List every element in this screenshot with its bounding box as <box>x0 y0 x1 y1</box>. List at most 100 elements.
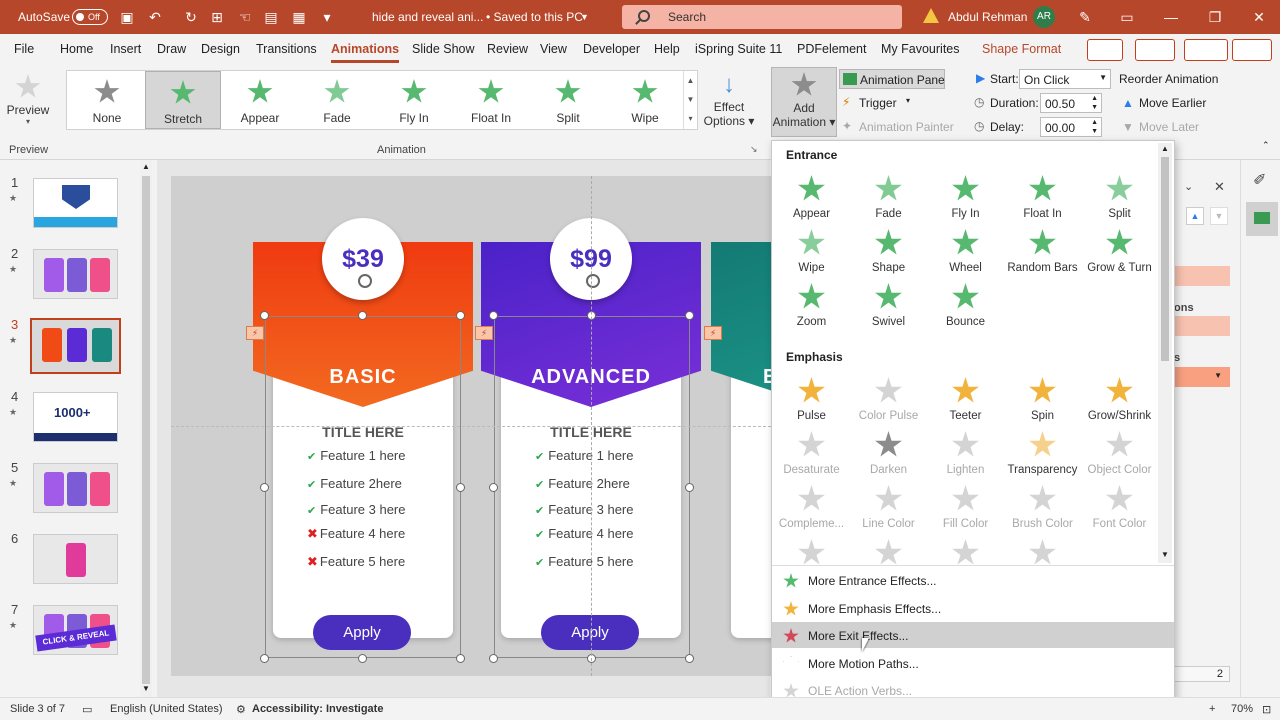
touch-mode-icon[interactable]: ☜ <box>236 8 254 26</box>
effect-spin[interactable]: Spin <box>1004 377 1081 422</box>
slide-thumbnail[interactable] <box>33 249 118 299</box>
move-down-button[interactable]: ▼ <box>1210 207 1228 225</box>
collapse-ribbon-icon[interactable]: ⌃ <box>1262 140 1270 151</box>
gallery-item-appear[interactable]: Appear <box>222 71 298 129</box>
slide-thumbnail[interactable] <box>33 178 118 228</box>
animation-pane-toggle[interactable] <box>1246 202 1278 236</box>
language-status[interactable]: English (United States) <box>110 703 223 715</box>
tab-view[interactable]: View <box>540 42 567 56</box>
effect-split[interactable]: Split <box>1081 175 1158 220</box>
gallery-item-wipe[interactable]: Wipe <box>607 71 683 129</box>
tab-design[interactable]: Design <box>201 42 240 56</box>
rotate-handle-icon[interactable] <box>358 274 372 288</box>
gallery-item-split[interactable]: Split <box>530 71 606 129</box>
minimize-icon[interactable]: — <box>1162 8 1180 26</box>
thumbnail-scrollbar[interactable]: ▲ ▼ <box>140 160 152 697</box>
duration-input[interactable]: 00.50 ▲ ▼ <box>1040 93 1102 113</box>
preview-button[interactable]: Preview ▾ <box>6 70 50 136</box>
resize-handle[interactable] <box>260 483 269 492</box>
chevron-down-icon[interactable]: ⌄ <box>1184 180 1193 193</box>
gallery-item-none[interactable]: None <box>69 71 145 129</box>
pen-icon[interactable]: ✎ <box>1076 8 1094 26</box>
effect-fly-in[interactable]: Fly In <box>927 175 1004 220</box>
effect-shape[interactable]: Shape <box>850 229 927 274</box>
effect-appear[interactable]: Appear <box>773 175 850 220</box>
trigger-lightning-icon[interactable]: ⚡ <box>475 326 493 340</box>
resize-handle[interactable] <box>358 311 367 320</box>
tab-transitions[interactable]: Transitions <box>256 42 317 56</box>
gallery-scroll-buttons[interactable]: ▲ ▼ ▾ <box>683 71 697 129</box>
format-icon[interactable]: ▦ <box>290 8 308 26</box>
more-motion-paths[interactable]: More Motion Paths... <box>772 650 1174 676</box>
slide-thumbnail-selected[interactable] <box>30 318 121 374</box>
search-box[interactable]: Search <box>622 5 902 29</box>
tab-help[interactable]: Help <box>654 42 680 56</box>
tab-shape-format[interactable]: Shape Format <box>982 42 1061 56</box>
warning-icon[interactable] <box>923 8 939 23</box>
rotate-handle-icon[interactable] <box>586 274 600 288</box>
more-emphasis-effects[interactable]: More Emphasis Effects... <box>772 595 1174 621</box>
more-exit-effects[interactable]: More Exit Effects... <box>772 622 1174 648</box>
tab-animations[interactable]: Animations <box>331 42 400 63</box>
move-up-button[interactable]: ▲ <box>1186 207 1204 225</box>
zoom-out-icon[interactable]: + <box>1209 703 1215 715</box>
comments-button[interactable] <box>1087 39 1123 61</box>
effect-swivel[interactable]: Swivel <box>850 283 927 328</box>
designer-icon[interactable]: ✐ <box>1253 170 1266 190</box>
more-entrance-effects[interactable]: More Entrance Effects... <box>772 567 1174 593</box>
resize-handle[interactable] <box>685 654 694 663</box>
chevron-down-icon[interactable]: ▼ <box>580 12 589 22</box>
resize-handle[interactable] <box>489 654 498 663</box>
slide-thumbnail[interactable]: CLICK & REVEAL <box>33 605 118 655</box>
move-later-button[interactable]: ▼ Move Later <box>1122 118 1222 138</box>
gallery-item-fade[interactable]: Fade <box>299 71 375 129</box>
undo-icon[interactable]: ↶ <box>146 8 164 26</box>
animation-pane-button[interactable]: Animation Pane <box>839 69 945 89</box>
save-icon[interactable]: ▣ <box>118 8 136 26</box>
effect-wipe[interactable]: Wipe <box>773 229 850 274</box>
effect-grow-turn[interactable]: Grow & Turn <box>1081 229 1158 274</box>
close-icon[interactable]: ✕ <box>1214 179 1225 195</box>
present-icon[interactable]: ⊞ <box>208 8 226 26</box>
restore-icon[interactable]: ❐ <box>1206 8 1224 26</box>
gallery-item-stretch[interactable]: Stretch <box>145 71 221 129</box>
accessibility-status[interactable]: Accessibility: Investigate <box>252 703 383 715</box>
accessibility-icon[interactable]: ⚙ <box>236 703 246 716</box>
animation-painter-button[interactable]: ✦ Animation Painter <box>842 118 954 138</box>
dialog-launcher-icon[interactable]: ↘ <box>750 144 758 155</box>
effect-teeter[interactable]: Teeter <box>927 377 1004 422</box>
record-button[interactable] <box>1135 39 1175 61</box>
tab-home[interactable]: Home <box>60 42 93 56</box>
tab-ispring[interactable]: iSpring Suite 11 <box>695 42 782 56</box>
resize-handle[interactable] <box>260 654 269 663</box>
ribbon-display-icon[interactable]: ▭ <box>1118 8 1136 26</box>
share-button[interactable] <box>1232 39 1272 61</box>
resize-handle[interactable] <box>489 311 498 320</box>
trigger-lightning-icon[interactable]: ⚡ <box>704 326 722 340</box>
close-icon[interactable]: ✕ <box>1250 8 1268 26</box>
tab-review[interactable]: Review <box>487 42 528 56</box>
effect-float-in[interactable]: Float In <box>1004 175 1081 220</box>
tab-insert[interactable]: Insert <box>110 42 141 56</box>
delay-input[interactable]: 00.00 ▲ ▼ <box>1040 117 1102 137</box>
effect-bounce[interactable]: Bounce <box>927 283 1004 328</box>
spinner-icon[interactable]: ▲ ▼ <box>1091 118 1098 136</box>
trigger-button[interactable]: ⚡ Trigger ▾ <box>842 94 932 114</box>
trigger-lightning-icon[interactable]: ⚡ <box>246 326 264 340</box>
move-earlier-button[interactable]: ▲ Move Earlier <box>1122 94 1222 114</box>
image-icon[interactable]: ▤ <box>262 8 280 26</box>
dropdown-scroll-thumb[interactable] <box>1161 157 1169 361</box>
gallery-item-fly-in[interactable]: Fly In <box>376 71 452 129</box>
customize-qat-icon[interactable]: ▾ <box>318 8 336 26</box>
effect-grow-shrink[interactable]: Grow/Shrink <box>1081 377 1158 422</box>
resize-handle[interactable] <box>456 311 465 320</box>
selection-box[interactable] <box>265 316 461 658</box>
slide-thumbnail[interactable]: 1000+ <box>33 392 118 442</box>
redo-icon[interactable]: ↻ <box>182 8 200 26</box>
start-select[interactable]: On Click ▼ <box>1019 69 1111 89</box>
resize-handle[interactable] <box>489 483 498 492</box>
tab-pdfelement[interactable]: PDFelement <box>797 42 866 56</box>
resize-handle[interactable] <box>260 311 269 320</box>
notes-icon[interactable]: ▭ <box>82 703 92 716</box>
selection-box[interactable] <box>494 316 690 658</box>
